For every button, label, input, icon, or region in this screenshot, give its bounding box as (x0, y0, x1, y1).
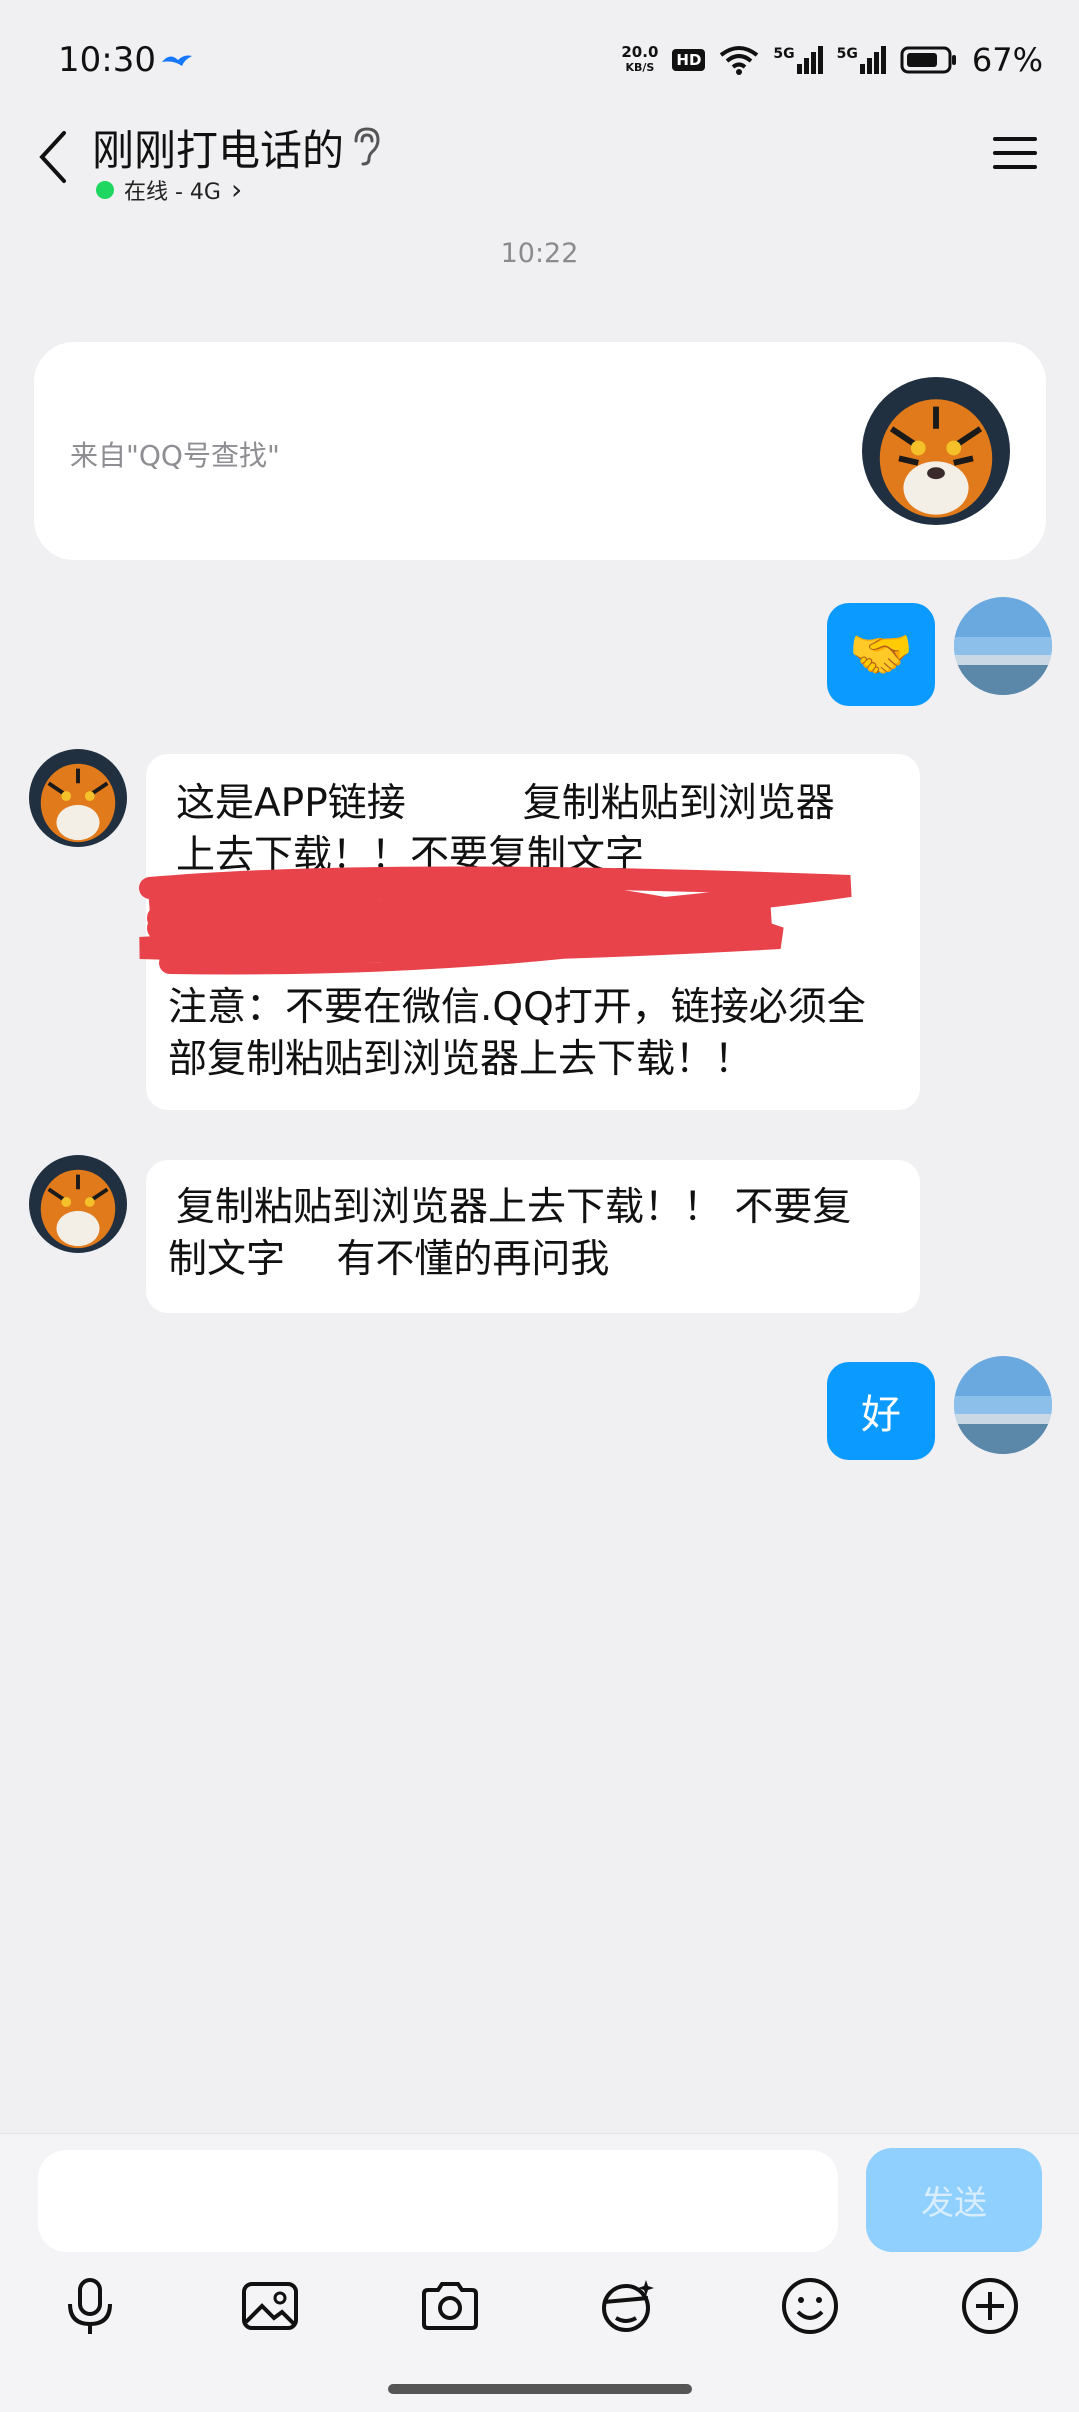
tiger-avatar[interactable] (862, 377, 1010, 525)
send-button[interactable]: 发送 (866, 2148, 1042, 2252)
contact-avatar[interactable] (29, 749, 127, 847)
online-dot (96, 180, 114, 199)
my-avatar[interactable] (954, 1356, 1052, 1454)
home-indicator[interactable] (388, 2384, 692, 2394)
chat-title[interactable]: 刚刚打电话的 (92, 117, 344, 178)
signal-5g-icon-2: 5G (837, 46, 886, 74)
notification-bird-icon (162, 55, 192, 66)
message-text: 好 (861, 1392, 901, 1438)
signal-5g-icon: 5G (773, 46, 823, 74)
sticker-icon[interactable] (596, 2274, 660, 2338)
online-status-text: 在线 - 4G (124, 179, 221, 205)
message-line: 部复制粘贴到浏览器上去下载！！ (168, 1037, 754, 1082)
message-line: 复制粘贴到浏览器上去下载！！ 不要复 (176, 1185, 852, 1230)
message-line: 制文字 有不懂的再问我 (168, 1237, 610, 1282)
red-scribble-redaction (139, 866, 852, 975)
contact-avatar[interactable] (29, 1155, 127, 1253)
microphone-icon[interactable] (58, 2274, 122, 2338)
message-input[interactable] (38, 2150, 838, 2252)
battery-percent: 67% (971, 41, 1043, 79)
battery-icon (900, 46, 956, 74)
message-line: 注意：不要在微信.QQ打开，链接必须全 (168, 985, 866, 1030)
menu-icon[interactable] (991, 133, 1039, 173)
my-message-bubble[interactable]: 🤝 (827, 603, 935, 706)
online-status[interactable]: 在线 - 4G › (96, 173, 242, 206)
image-icon[interactable] (238, 2274, 302, 2338)
source-card-text: 来自"QQ号查找" (70, 439, 280, 472)
camera-icon[interactable] (418, 2274, 482, 2338)
status-bar: 10:30 20.0 KB/S HD 5G 5G 67% (0, 0, 1079, 120)
plus-icon[interactable] (958, 2274, 1022, 2338)
net-speed: 20.0 KB/S (621, 43, 659, 74)
back-arrow-icon[interactable] (34, 127, 74, 187)
handshake-emoji: 🤝 (848, 625, 914, 685)
chat-header: 刚刚打电话的 在线 - 4G › (0, 115, 1079, 215)
hd-badge: HD (672, 49, 706, 71)
incoming-message-bubble[interactable]: 复制粘贴到浏览器上去下载！！ 不要复 制文字 有不懂的再问我 (146, 1160, 920, 1313)
status-time: 10:30 (58, 40, 156, 80)
ear-icon[interactable] (350, 125, 384, 167)
message-timestamp: 10:22 (500, 238, 579, 269)
input-bar: 发送 (0, 2133, 1079, 2412)
source-card[interactable]: 来自"QQ号查找" (34, 342, 1046, 560)
message-line: 这是APP链接 复制粘贴到浏览器 (176, 781, 835, 826)
wifi-icon (720, 46, 759, 75)
emoji-icon[interactable] (778, 2274, 842, 2338)
my-avatar[interactable] (954, 597, 1052, 695)
my-message-bubble[interactable]: 好 (827, 1362, 935, 1460)
chevron-right-icon: › (230, 173, 243, 206)
status-icons: 20.0 KB/S HD 5G 5G 67% (621, 38, 1043, 82)
